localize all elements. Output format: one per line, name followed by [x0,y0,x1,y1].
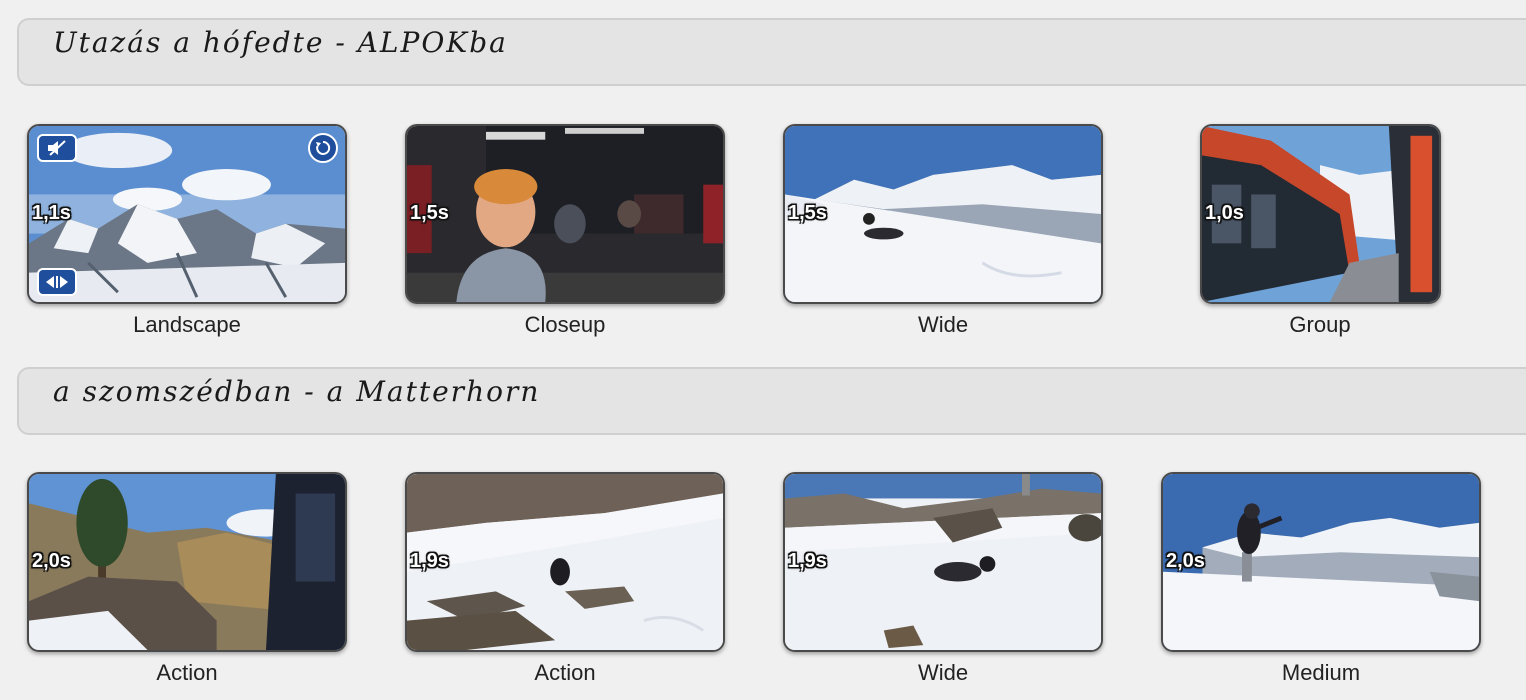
clip-label: Action [534,660,596,685]
muted-speaker-icon [48,140,66,156]
clip-label: Wide [917,660,969,685]
mute-badge[interactable] [37,134,77,162]
clip-thumbnail [407,126,723,302]
clip-group[interactable]: 1,0s [1200,124,1441,304]
clip-thumbnail [1163,474,1479,650]
clip-label: Group [1289,312,1351,337]
rotate-icon [316,140,331,155]
section-header-1[interactable]: Utazás a hófedte - ALPOKba [17,18,1526,86]
clip-label: Closeup [524,312,606,337]
clip-duration: 1,9s [410,550,449,572]
clip-closeup[interactable]: 1,5s [405,124,725,304]
clip-wide[interactable]: 1,5s [783,124,1103,304]
clip-label: Wide [917,312,969,337]
clip-duration: 2,0s [32,550,71,572]
clip-label: Landscape [133,312,241,337]
clip-thumbnail [407,474,723,650]
clip-label: Medium [1281,660,1361,685]
clip-duration: 1,0s [1205,202,1244,224]
clip-label: Action [156,660,218,685]
clip-action-1[interactable]: 2,0s [27,472,347,652]
clip-duration: 1,5s [410,202,449,224]
section-header-2[interactable]: a szomszédban - a Matterhorn [17,367,1526,435]
clip-duration: 1,5s [788,202,827,224]
clip-thumbnail [785,474,1101,650]
clip-thumbnail [29,474,345,650]
clip-duration: 1,9s [788,550,827,572]
clip-medium[interactable]: 2,0s [1161,472,1481,652]
clip-wide-2[interactable]: 1,9s [783,472,1103,652]
split-trim-icon [46,276,68,288]
clip-thumbnail [785,126,1101,302]
clip-landscape[interactable]: 1,1s [27,124,347,304]
clip-duration: 1,1s [32,202,71,224]
section-title-1: Utazás a hófedte - ALPOKba [53,26,508,59]
section-title-2: a szomszédban - a Matterhorn [53,375,541,408]
clip-duration: 2,0s [1166,550,1205,572]
split-badge[interactable] [37,268,77,296]
rotate-badge[interactable] [308,133,338,163]
clip-action-2[interactable]: 1,9s [405,472,725,652]
